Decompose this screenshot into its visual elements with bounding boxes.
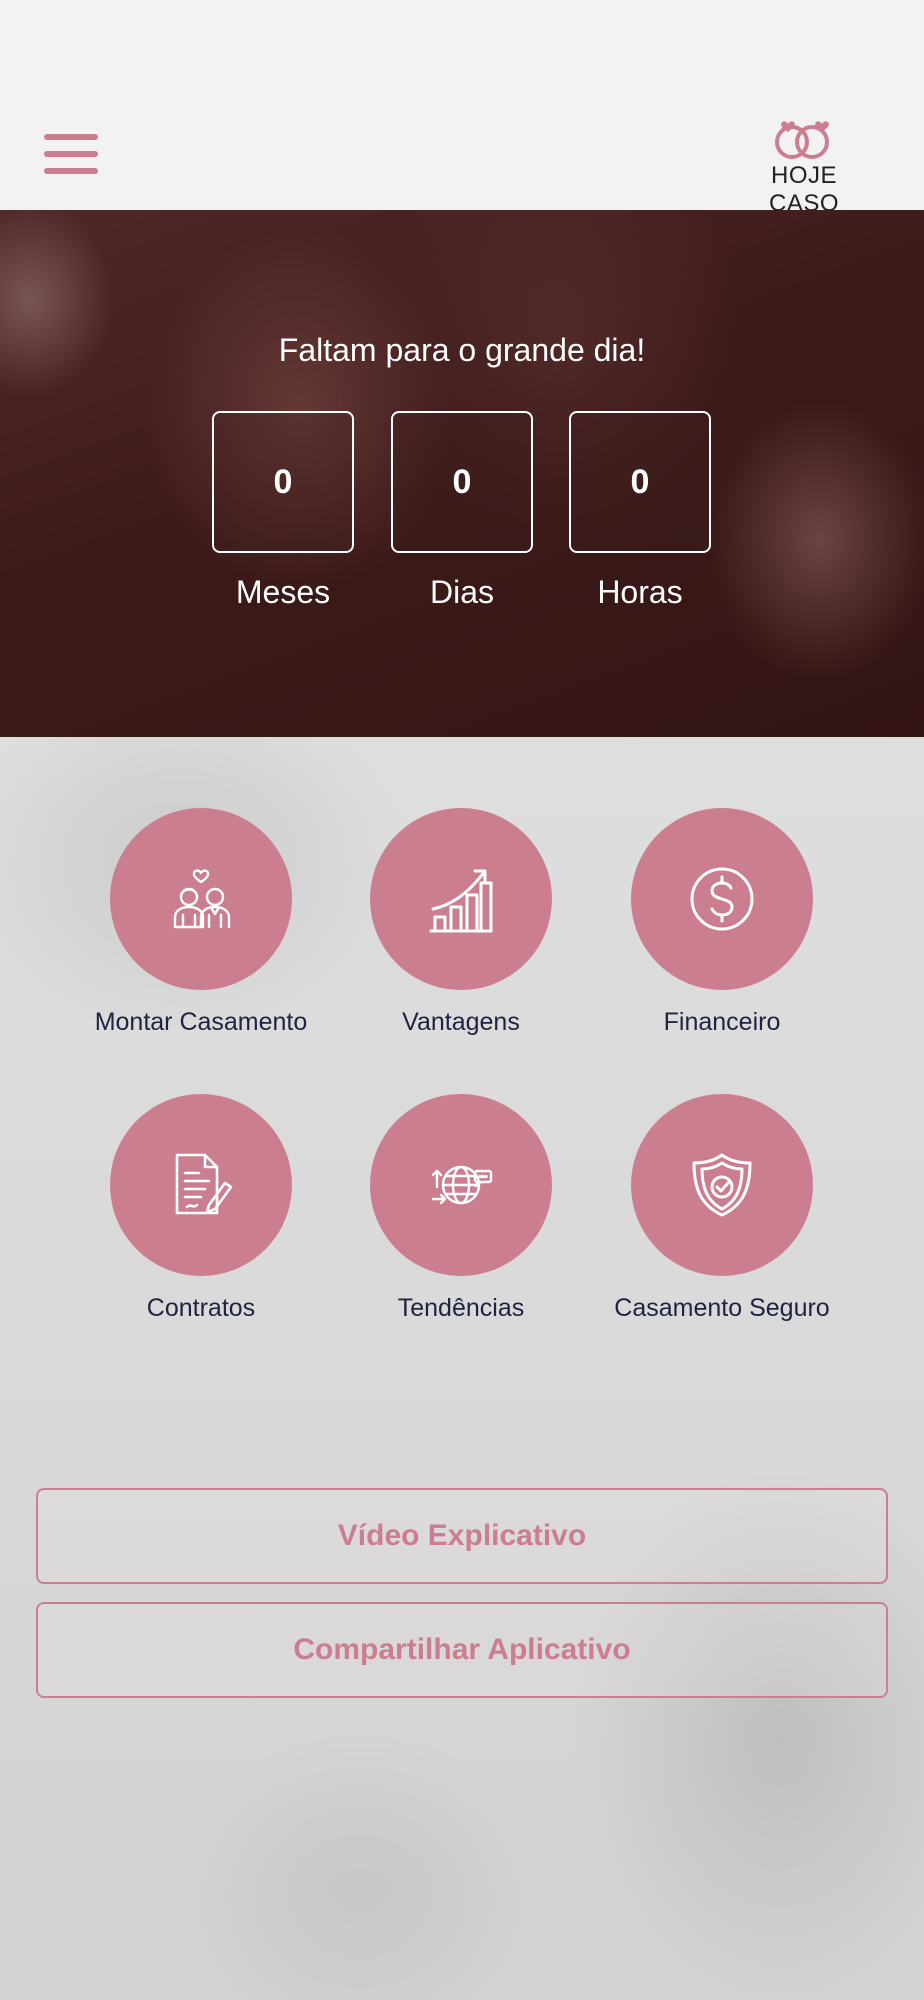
feature-casamento-seguro[interactable]: Casamento Seguro (592, 1094, 852, 1354)
feature-montar-casamento[interactable]: Montar Casamento (71, 808, 331, 1068)
countdown-days-value: 0 (391, 411, 533, 553)
feature-label: Contratos (146, 1294, 256, 1322)
feature-label: Vantagens (402, 1008, 520, 1036)
countdown-title: Faltam para o grande dia! (278, 332, 646, 368)
countdown-days-label: Dias (429, 574, 494, 610)
app-header: HOJE CASO (0, 0, 924, 217)
main-content: Montar Casamento Vantagens Financeiro Co… (0, 737, 924, 2000)
growth-chart-icon (370, 808, 552, 990)
globe-trends-icon (370, 1094, 552, 1276)
wedding-couple-icon (110, 808, 292, 990)
countdown-hours-label: Horas (597, 574, 683, 610)
dollar-coin-icon (631, 808, 813, 990)
feature-vantagens[interactable]: Vantagens (331, 808, 591, 1068)
app-logo: HOJE CASO (734, 118, 874, 217)
contract-document-icon (110, 1094, 292, 1276)
shield-check-icon (631, 1094, 813, 1276)
feature-label: Montar Casamento (94, 1008, 308, 1036)
countdown-months-label: Meses (235, 574, 331, 610)
countdown-hero: Faltam para o grande dia! 0 0 0 Meses Di… (0, 210, 924, 737)
compartilhar-aplicativo-button[interactable]: Compartilhar Aplicativo (36, 1602, 888, 1698)
feature-tendencias[interactable]: Tendências (331, 1094, 591, 1354)
feature-contratos[interactable]: Contratos (71, 1094, 331, 1354)
video-explicativo-button[interactable]: Vídeo Explicativo (36, 1488, 888, 1584)
feature-financeiro[interactable]: Financeiro (592, 808, 852, 1068)
countdown-months-value: 0 (212, 411, 354, 553)
countdown-hours-value: 0 (569, 411, 711, 553)
rings-logo-icon (775, 121, 829, 159)
feature-label: Casamento Seguro (614, 1294, 830, 1322)
hamburger-menu-icon[interactable] (44, 134, 98, 174)
feature-label: Financeiro (663, 1008, 781, 1036)
feature-label: Tendências (397, 1294, 525, 1322)
